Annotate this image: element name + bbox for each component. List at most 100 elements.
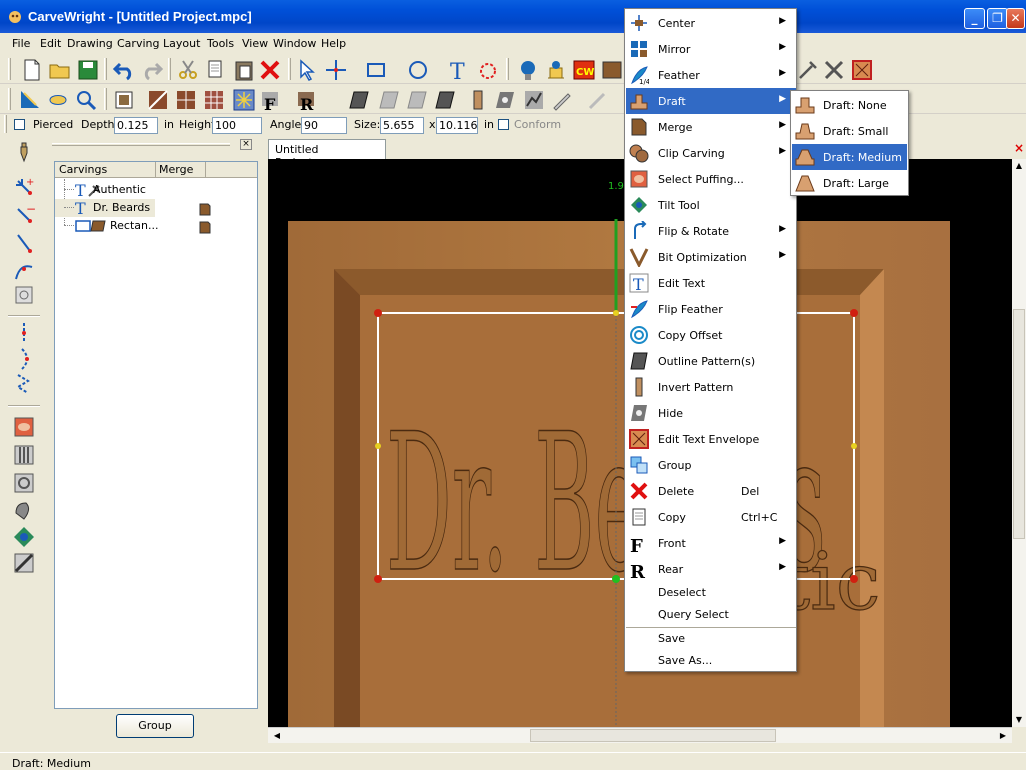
submenu-item-draft-large[interactable]: Draft: Large [792, 170, 907, 196]
vertical-scrollbar[interactable]: ▲ ▼ [1012, 159, 1026, 727]
toolbar-grip[interactable] [8, 58, 11, 80]
text-on-curve-icon[interactable] [476, 58, 500, 82]
merge-icon[interactable] [197, 201, 213, 217]
toolbar-grip[interactable] [288, 58, 291, 80]
menu-item-flip-rotate[interactable]: Flip & Rotate ▶ [626, 218, 796, 244]
snap-icon[interactable] [12, 283, 36, 307]
scroll-left-icon[interactable]: ◀ [270, 729, 284, 743]
select-arrow-icon[interactable] [296, 58, 320, 82]
copy-icon[interactable] [204, 58, 228, 82]
zoom-icon[interactable] [74, 88, 98, 112]
pan-icon[interactable] [46, 88, 70, 112]
stylus-icon[interactable] [586, 88, 610, 112]
menu-help[interactable]: Help [321, 37, 346, 50]
merge-column-header[interactable]: Merge [159, 163, 193, 176]
front-side-icon[interactable]: F [260, 88, 284, 112]
document-tab[interactable]: Untitled Project.mpc [268, 139, 386, 169]
texture-icon[interactable] [850, 58, 874, 82]
menu-item-select-puffing[interactable]: Select Puffing... [626, 166, 796, 192]
menu-item-group[interactable]: Group [626, 452, 796, 478]
submenu-item-draft-small[interactable]: Draft: Small [792, 118, 907, 144]
menu-item-bit-optimization[interactable]: Bit Optimization ▶ [626, 244, 796, 270]
menu-layout[interactable]: Layout [163, 37, 200, 50]
board-icon[interactable] [600, 58, 624, 82]
menu-item-center[interactable]: Center ▶ [626, 10, 796, 36]
maximize-button[interactable]: ❐ [987, 8, 1008, 29]
horizontal-scrollbar[interactable]: ◀ ▶ [268, 727, 1012, 743]
scroll-down-icon[interactable]: ▼ [1012, 713, 1026, 727]
tile-view-icon[interactable] [202, 88, 226, 112]
merge-icon[interactable] [197, 219, 213, 235]
pierced-checkbox[interactable] [14, 119, 25, 130]
menu-drawing[interactable]: Drawing [67, 37, 113, 50]
pen-icon[interactable] [550, 88, 574, 112]
menu-item-copy[interactable]: Copy Ctrl+C [626, 504, 796, 530]
toolbar-grip[interactable] [104, 88, 107, 110]
menu-item-edit-text[interactable]: T Edit Text [626, 270, 796, 296]
point-tool-icon[interactable] [324, 58, 348, 82]
depth-input[interactable]: 0.125 [114, 117, 158, 134]
invert-pattern-icon[interactable] [466, 88, 490, 112]
save-icon[interactable] [76, 58, 100, 82]
text-tool-icon[interactable]: T [446, 58, 470, 82]
menu-file[interactable]: File [12, 37, 30, 50]
grid-view-icon[interactable] [174, 88, 198, 112]
toolbar-grip[interactable] [104, 58, 107, 80]
menu-item-flip-feather[interactable]: Flip Feather [626, 296, 796, 322]
cut-icon[interactable] [176, 58, 200, 82]
new-file-icon[interactable] [20, 58, 44, 82]
pattern-library-icon[interactable] [516, 58, 540, 82]
pattern-2-icon[interactable] [378, 88, 402, 112]
carving-library-icon[interactable] [544, 58, 568, 82]
add-node-icon[interactable]: + [12, 175, 36, 199]
tree-item-authentic[interactable]: T Authentic [55, 181, 257, 199]
tools-wrench-icon[interactable] [796, 58, 820, 82]
scroll-thumb[interactable] [530, 729, 776, 742]
cross-tools-icon[interactable] [822, 58, 846, 82]
close-document-icon[interactable]: × [1014, 141, 1024, 155]
view-top-icon[interactable] [112, 88, 136, 112]
menu-item-invert-pattern[interactable]: Invert Pattern [626, 374, 796, 400]
menu-tools[interactable]: Tools [207, 37, 234, 50]
path-line-icon[interactable] [12, 321, 36, 345]
group-button[interactable]: Group [116, 714, 194, 738]
view-wood-icon[interactable] [146, 88, 170, 112]
menu-item-draft[interactable]: Draft ▶ [626, 88, 796, 114]
redo-icon[interactable] [140, 58, 164, 82]
menu-item-copy-offset[interactable]: Copy Offset [626, 322, 796, 348]
chart-pattern-icon[interactable] [522, 88, 546, 112]
scroll-thumb[interactable] [1013, 309, 1025, 539]
open-folder-icon[interactable] [48, 58, 72, 82]
menu-item-front[interactable]: F Front ▶ [626, 530, 796, 556]
menu-view[interactable]: View [242, 37, 268, 50]
menu-item-merge[interactable]: Merge ▶ [626, 114, 796, 140]
puff-icon[interactable] [12, 415, 36, 439]
menu-edit[interactable]: Edit [40, 37, 61, 50]
angle-input[interactable]: 90 [301, 117, 347, 134]
toolbar-grip[interactable] [168, 58, 171, 80]
toolbar-grip[interactable] [506, 58, 509, 80]
minimize-button[interactable]: _ [964, 8, 985, 29]
menu-item-query-select[interactable]: Query Select [626, 604, 796, 626]
menu-window[interactable]: Window [273, 37, 316, 50]
menu-item-outline-pattern[interactable]: Outline Pattern(s) [626, 348, 796, 374]
tree-item-dr-beards[interactable]: T Dr. Beards [55, 199, 155, 217]
select-carving-icon[interactable] [18, 88, 42, 112]
menu-carving[interactable]: Carving [117, 37, 159, 50]
rear-side-icon[interactable]: R [296, 88, 320, 112]
menu-item-tilt-tool[interactable]: Tilt Tool [626, 192, 796, 218]
toolbar-grip[interactable] [8, 88, 11, 110]
conform-checkbox[interactable] [498, 119, 509, 130]
rectangle-tool-icon[interactable] [364, 58, 388, 82]
height-input[interactable]: 100 [212, 117, 262, 134]
circle-tool-icon[interactable] [406, 58, 430, 82]
carvings-column-header[interactable]: Carvings [59, 163, 107, 176]
sand-icon[interactable] [12, 551, 36, 575]
tree-item-rectangle[interactable]: Rectan... [55, 217, 257, 235]
menu-item-hide[interactable]: Hide [626, 400, 796, 426]
menu-item-edit-text-envelope[interactable]: Edit Text Envelope [626, 426, 796, 452]
pattern-1-icon[interactable] [348, 88, 372, 112]
cw-logo-icon[interactable]: CW [572, 58, 596, 82]
menu-item-save[interactable]: Save [626, 628, 796, 650]
path-arc-icon[interactable] [12, 347, 36, 371]
